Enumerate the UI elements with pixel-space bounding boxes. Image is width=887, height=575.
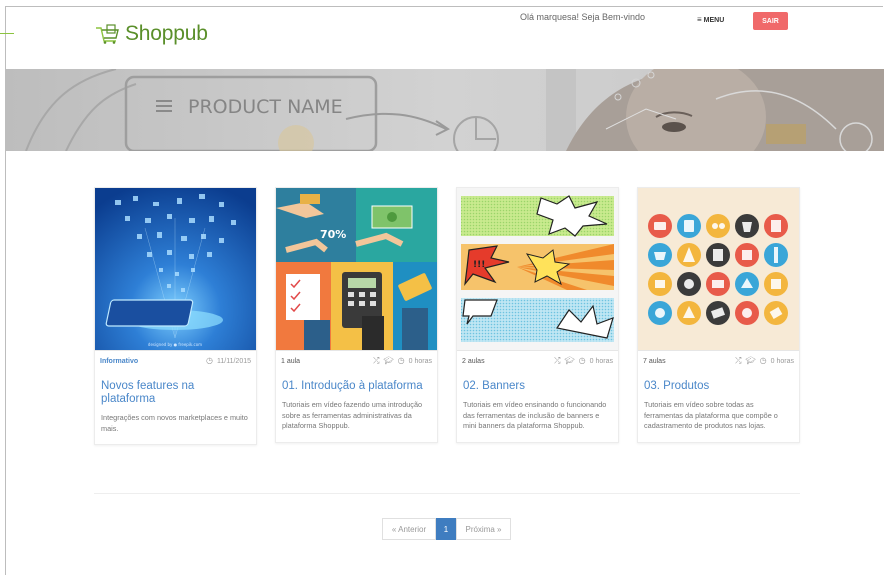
card-title[interactable]: 01. Introdução à plataforma [282, 380, 431, 393]
menu-button[interactable]: ≡ MENU [697, 16, 724, 24]
svg-text:!!!: !!! [473, 260, 485, 270]
svg-text:70%: 70% [320, 228, 346, 241]
card-meta: 1 aula ⤮ 🎓︎ ◷ 0 horas [276, 350, 437, 371]
card-thumbnail: designed by ● freepik.com [95, 188, 256, 350]
card-hours: 0 horas [770, 357, 794, 365]
card-lessons: 7 aulas [643, 357, 666, 365]
banner-product-name: PRODUCT NAME [188, 96, 343, 118]
clock-icon: ◷ [578, 356, 586, 365]
card-title[interactable]: 03. Produtos [644, 380, 793, 393]
logo-text: Shoppub [125, 22, 208, 45]
user-greeting: Olá marquesa! Seja Bem-vindo [520, 12, 646, 22]
shuffle-icon: ⤮ [735, 356, 742, 365]
course-card[interactable]: 7 aulas ⤮ 🎓︎ ◷ 0 horas 03. Produtos Tuto… [637, 187, 800, 443]
pagination: « Anterior 1 Próxima » [382, 518, 511, 540]
card-category: Informativo [100, 357, 139, 365]
course-card[interactable]: 70% 1 aula ⤮ 🎓︎ ◷ 0 horas 01. Introdução… [275, 187, 438, 443]
card-date: 11/11/2015 [217, 357, 251, 365]
hamburger-icon: ≡ [697, 15, 702, 24]
card-lessons: 1 aula [281, 357, 301, 365]
card-title[interactable]: 02. Banners [463, 380, 612, 393]
graduation-cap-icon: 🎓︎ [745, 356, 756, 365]
clock-icon: ◷ [206, 356, 213, 365]
cart-icon [96, 24, 119, 44]
card-hours: 0 horas [408, 357, 432, 365]
graduation-cap-icon: 🎓︎ [564, 356, 575, 365]
clock-icon: ◷ [759, 356, 767, 365]
graduation-cap-icon: 🎓︎ [383, 356, 394, 365]
card-thumbnail: !!! [457, 188, 618, 350]
course-card[interactable]: !!! 2 aulas ⤮ 🎓︎ ◷ 0 horas 02. Banners T… [456, 187, 619, 443]
pagination-prev[interactable]: « Anterior [382, 518, 436, 540]
shuffle-icon: ⤮ [373, 356, 380, 365]
card-meta: 7 aulas ⤮ 🎓︎ ◷ 0 horas [638, 350, 799, 371]
shuffle-icon: ⤮ [554, 356, 561, 365]
card-description: Tutoriais em vídeo ensinando o funcionan… [463, 400, 607, 430]
card-hours: 0 horas [589, 357, 613, 365]
pagination-current-page[interactable]: 1 [436, 518, 456, 540]
hero-banner: PRODUCT NAME [6, 69, 884, 151]
image-credit: designed by ● freepik.com [148, 342, 202, 347]
card-meta: 2 aulas ⤮ 🎓︎ ◷ 0 horas [457, 350, 618, 371]
card-thumbnail [638, 188, 799, 350]
card-description: Integrações com novos marketplaces e mui… [101, 413, 248, 433]
pagination-next[interactable]: Próxima » [456, 518, 511, 540]
card-title[interactable]: Novos features na plataforma [101, 380, 250, 406]
course-card[interactable]: designed by ● freepik.com Informativo ◷ … [94, 187, 257, 445]
card-meta: Informativo ◷ 11/11/2015 [95, 350, 256, 371]
card-description: Tutoriais em vídeo sobre todas as ferram… [644, 400, 778, 430]
logo[interactable]: Shoppub [95, 22, 208, 46]
logout-button[interactable]: SAIR [753, 12, 788, 30]
decorative-line [0, 33, 14, 34]
card-thumbnail: 70% [276, 188, 437, 350]
clock-icon: ◷ [397, 356, 405, 365]
card-description: Tutoriais em vídeo fazendo uma introduçã… [282, 400, 423, 430]
section-divider [94, 493, 800, 494]
menu-label: MENU [703, 16, 725, 24]
card-lessons: 2 aulas [462, 357, 485, 365]
